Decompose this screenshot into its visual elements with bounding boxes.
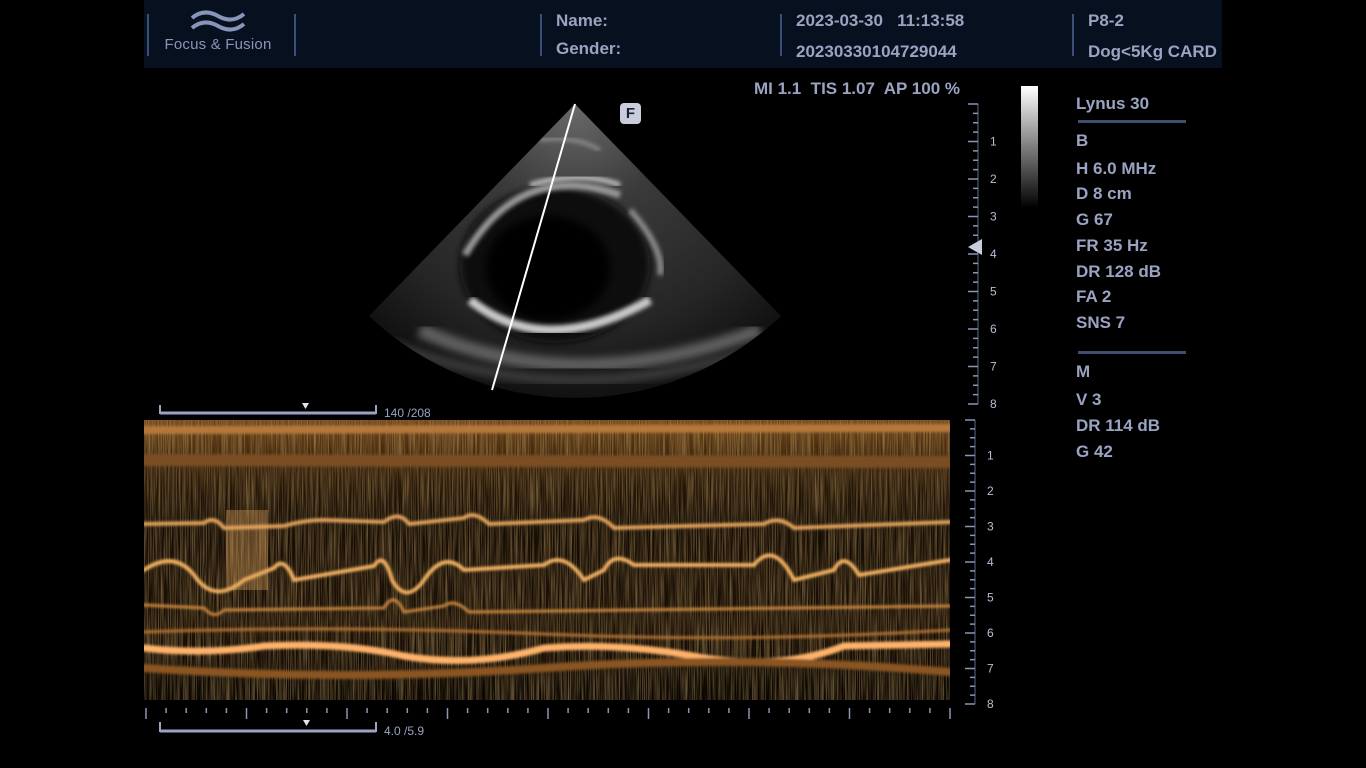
b-dynamic-range[interactable]: DR 128 dB (1076, 262, 1161, 282)
b-sns[interactable]: SNS 7 (1076, 313, 1125, 333)
depth-tick-label: 2 (990, 172, 997, 186)
depth-tick-label: 6 (990, 322, 997, 336)
b-frame-rate: FR 35 Hz (1076, 236, 1148, 255)
depth-ruler-b: 1 2 3 4 5 6 7 8 (968, 103, 997, 411)
m-mode-trace[interactable] (144, 420, 950, 700)
depth-tick-label: 8 (987, 697, 994, 711)
depth-ruler-m: 1 2 3 4 5 6 7 8 (965, 419, 994, 711)
grayscale-map-bar (1021, 86, 1038, 208)
cine-position-marker-icon[interactable] (302, 403, 309, 409)
focus-marker-icon[interactable] (968, 239, 982, 255)
b-mode-title: B (1076, 131, 1089, 150)
time-axis (145, 708, 951, 719)
depth-tick-label: 4 (987, 555, 994, 569)
b-frequency[interactable]: H 6.0 MHz (1076, 159, 1156, 179)
b-mode-image[interactable]: 1 2 3 4 5 6 7 8 (0, 0, 1366, 420)
b-gain[interactable]: G 67 (1076, 210, 1113, 230)
panel-separator (1078, 120, 1186, 123)
device-model: Lynus 30 (1076, 94, 1150, 113)
m-mode-title: M (1076, 362, 1091, 381)
m-dynamic-range[interactable]: DR 114 dB (1076, 416, 1160, 436)
depth-tick-label: 1 (990, 135, 997, 149)
depth-tick-label: 1 (987, 449, 994, 463)
depth-tick-label: 4 (990, 247, 997, 261)
depth-tick-label: 6 (987, 626, 994, 640)
depth-tick-label: 2 (987, 484, 994, 498)
frame-freeze-badge: F (620, 103, 641, 124)
depth-tick-label: 3 (987, 520, 994, 534)
m-time-counter: 4.0 /5.9 (384, 724, 425, 738)
depth-tick-label: 5 (990, 285, 997, 299)
b-frame-average[interactable]: FA 2 (1076, 287, 1111, 307)
depth-tick-label: 7 (987, 662, 994, 676)
panel-separator (1078, 351, 1186, 354)
depth-tick-label: 5 (987, 591, 994, 605)
b-frame-counter: 140 /208 (384, 406, 431, 420)
depth-tick-label: 7 (990, 360, 997, 374)
m-cine-scrollbar[interactable] (159, 720, 377, 733)
b-cine-scrollbar[interactable] (159, 403, 377, 415)
depth-tick-label: 3 (990, 210, 997, 224)
depth-tick-label: 8 (990, 397, 997, 411)
m-gain[interactable]: G 42 (1076, 442, 1113, 462)
b-depth[interactable]: D 8 cm (1076, 184, 1132, 204)
cine-position-marker-icon[interactable] (303, 720, 310, 726)
m-sweep-speed[interactable]: V 3 (1076, 390, 1102, 410)
